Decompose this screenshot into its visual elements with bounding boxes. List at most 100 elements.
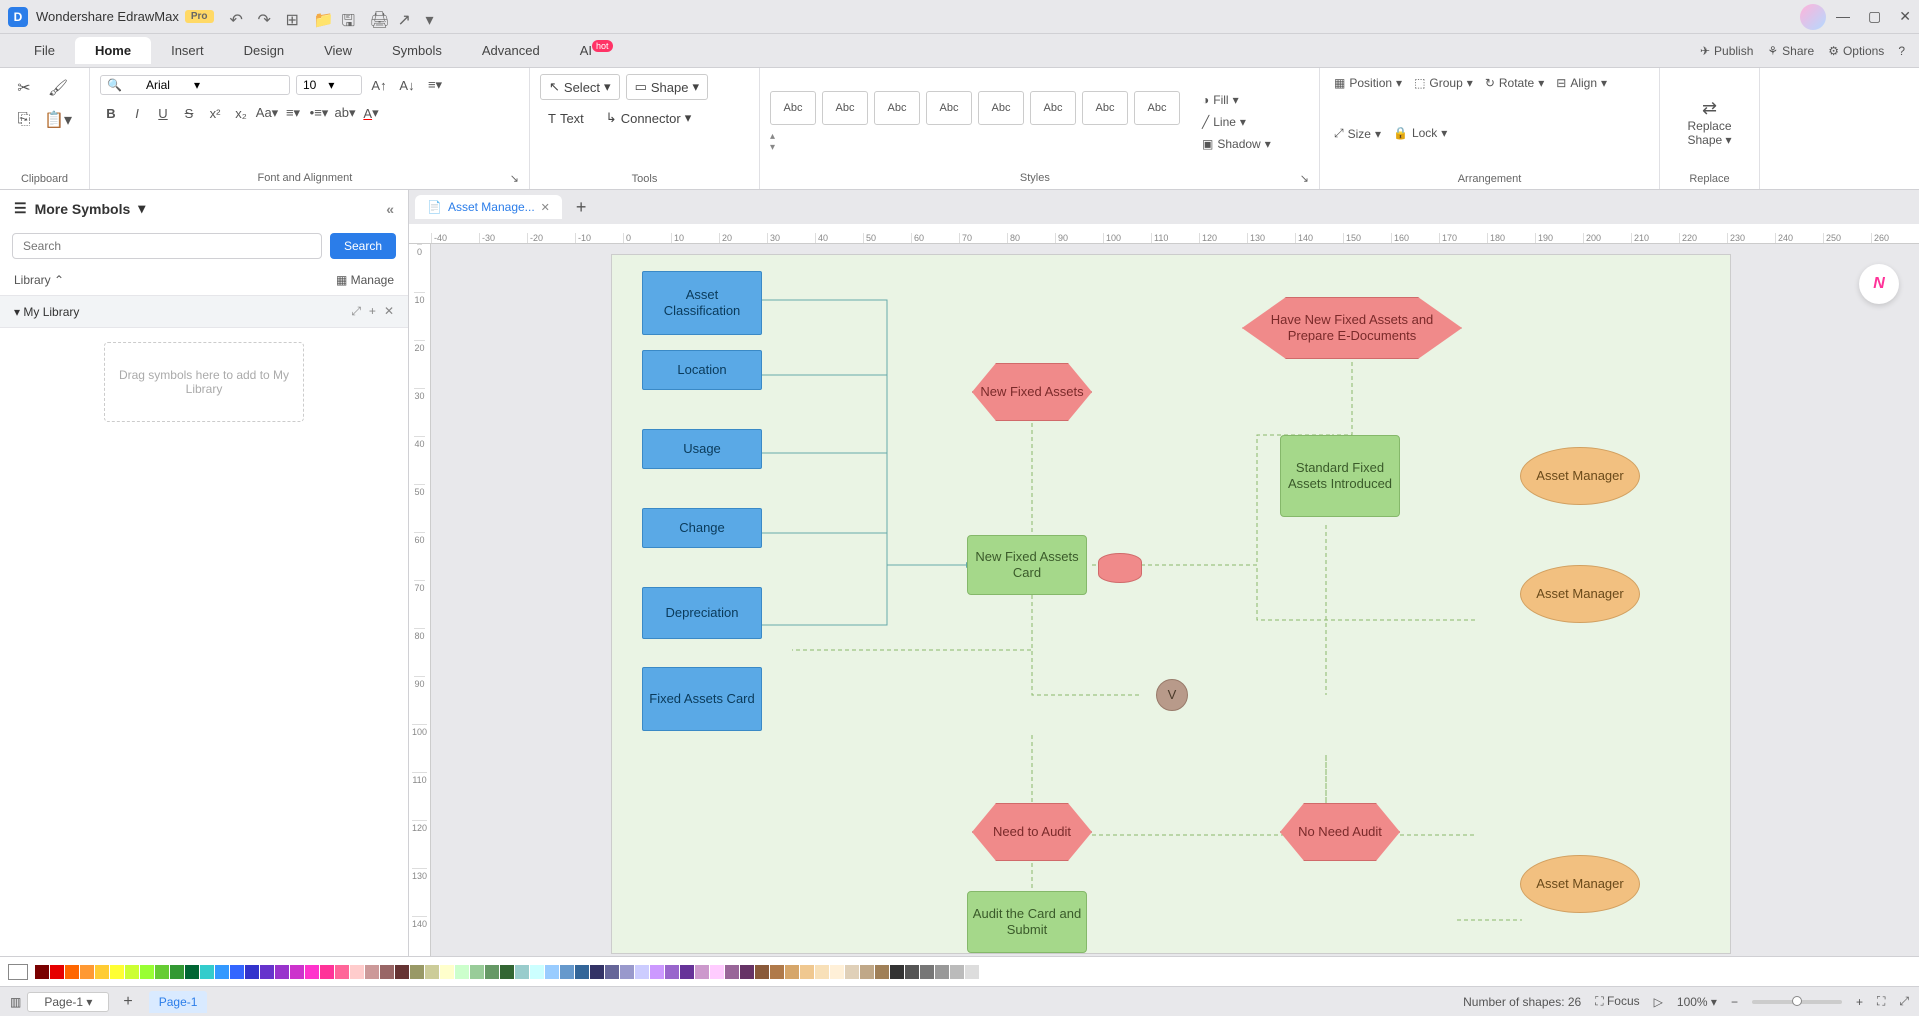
- menu-insert[interactable]: Insert: [151, 37, 224, 64]
- fullscreen-icon[interactable]: ⤢: [1899, 994, 1909, 1009]
- italic-icon[interactable]: I: [126, 102, 148, 124]
- superscript-icon[interactable]: x²: [204, 102, 226, 124]
- color-swatch[interactable]: [650, 965, 664, 979]
- shape-database-icon[interactable]: [1098, 553, 1142, 583]
- collapse-panel-icon[interactable]: «: [386, 201, 394, 217]
- color-swatch[interactable]: [140, 965, 154, 979]
- size-button[interactable]: ⤢Size▾: [1330, 124, 1385, 143]
- color-swatch[interactable]: [365, 965, 379, 979]
- color-swatch[interactable]: [200, 965, 214, 979]
- color-swatch[interactable]: [230, 965, 244, 979]
- shape-asset-classification[interactable]: Asset Classification: [642, 271, 762, 335]
- color-swatch[interactable]: [395, 965, 409, 979]
- color-swatch[interactable]: [710, 965, 724, 979]
- case-icon[interactable]: Aa▾: [256, 102, 278, 124]
- add-icon[interactable]: +: [369, 304, 376, 319]
- add-tab-button[interactable]: +: [568, 197, 595, 218]
- color-swatch[interactable]: [755, 965, 769, 979]
- color-swatch[interactable]: [590, 965, 604, 979]
- style-preset[interactable]: Abc: [874, 91, 920, 125]
- color-swatch[interactable]: [170, 965, 184, 979]
- style-preset[interactable]: Abc: [770, 91, 816, 125]
- font-color-icon[interactable]: A▾: [360, 102, 382, 124]
- replace-shape-button[interactable]: ⇄ Replace Shape ▾: [1670, 98, 1749, 147]
- shape-fixed-assets-card[interactable]: Fixed Assets Card: [642, 667, 762, 731]
- color-swatch[interactable]: [695, 965, 709, 979]
- menu-advanced[interactable]: Advanced: [462, 37, 560, 64]
- user-avatar[interactable]: [1800, 4, 1826, 30]
- zoom-in-icon[interactable]: +: [1856, 995, 1863, 1009]
- publish-button[interactable]: ✈Publish: [1700, 44, 1753, 58]
- bold-icon[interactable]: B: [100, 102, 122, 124]
- strike-icon[interactable]: S: [178, 102, 200, 124]
- shape-asset-manager-3[interactable]: Asset Manager: [1520, 855, 1640, 913]
- color-swatch[interactable]: [830, 965, 844, 979]
- style-preset[interactable]: Abc: [822, 91, 868, 125]
- style-preset[interactable]: Abc: [978, 91, 1024, 125]
- symbol-search-input[interactable]: [12, 233, 322, 259]
- float-logo-icon[interactable]: N: [1859, 264, 1899, 304]
- play-icon[interactable]: ▷: [1654, 995, 1663, 1009]
- grow-font-icon[interactable]: A↑: [368, 74, 390, 96]
- color-swatch[interactable]: [875, 965, 889, 979]
- zoom-out-icon[interactable]: −: [1731, 995, 1738, 1009]
- select-tool[interactable]: ↖Select▾: [540, 74, 620, 100]
- manage-button[interactable]: ▦ Manage: [336, 273, 394, 287]
- color-swatch[interactable]: [320, 965, 334, 979]
- color-swatch[interactable]: [425, 965, 439, 979]
- print-icon[interactable]: 🖨: [370, 10, 384, 24]
- more-icon[interactable]: ▾: [426, 10, 440, 24]
- my-library-section[interactable]: ▾ My Library ⤢ + ✕: [0, 295, 408, 328]
- format-painter-icon[interactable]: 🖌: [44, 74, 72, 102]
- color-swatch[interactable]: [680, 965, 694, 979]
- minimize-icon[interactable]: —: [1836, 8, 1850, 25]
- save-icon[interactable]: 🖫: [342, 10, 356, 24]
- color-swatch[interactable]: [530, 965, 544, 979]
- fill-button[interactable]: ◑Fill▾: [1198, 91, 1275, 109]
- connector-tool[interactable]: ↳Connector▾: [598, 106, 699, 130]
- font-name-select[interactable]: 🔍Arial▾: [100, 75, 290, 95]
- color-swatch[interactable]: [500, 965, 514, 979]
- menu-design[interactable]: Design: [224, 37, 304, 64]
- cut-icon[interactable]: ✂: [10, 74, 38, 102]
- page-select[interactable]: Page-1 ▾: [27, 992, 109, 1012]
- library-drop-zone[interactable]: Drag symbols here to add to My Library: [104, 342, 304, 422]
- redo-icon[interactable]: ↷: [258, 10, 272, 24]
- color-swatch[interactable]: [275, 965, 289, 979]
- color-swatch[interactable]: [515, 965, 529, 979]
- export-icon[interactable]: ↗: [398, 10, 412, 24]
- color-swatch[interactable]: [440, 965, 454, 979]
- color-swatch[interactable]: [635, 965, 649, 979]
- color-swatch[interactable]: [380, 965, 394, 979]
- align-icon[interactable]: ≡▾: [424, 74, 446, 96]
- color-swatch[interactable]: [665, 965, 679, 979]
- color-swatch[interactable]: [80, 965, 94, 979]
- symbol-search-button[interactable]: Search: [330, 233, 396, 259]
- menu-symbols[interactable]: Symbols: [372, 37, 462, 64]
- color-swatch[interactable]: [410, 965, 424, 979]
- shape-asset-manager-2[interactable]: Asset Manager: [1520, 565, 1640, 623]
- underline-icon[interactable]: U: [152, 102, 174, 124]
- open-icon[interactable]: 📁: [314, 10, 328, 24]
- expand-icon[interactable]: ⤢: [351, 304, 361, 319]
- color-swatch[interactable]: [905, 965, 919, 979]
- color-swatch[interactable]: [935, 965, 949, 979]
- shape-need-audit[interactable]: Need to Audit: [972, 803, 1092, 861]
- menu-ai[interactable]: AIhot: [560, 37, 633, 64]
- color-swatch[interactable]: [350, 965, 364, 979]
- line-spacing-icon[interactable]: ≡▾: [282, 102, 304, 124]
- paste-icon[interactable]: 📋▾: [44, 106, 72, 134]
- color-swatch[interactable]: [125, 965, 139, 979]
- add-page-button[interactable]: +: [115, 993, 140, 1011]
- more-symbols-title[interactable]: More Symbols: [35, 201, 131, 217]
- color-swatch[interactable]: [770, 965, 784, 979]
- color-swatch[interactable]: [800, 965, 814, 979]
- gallery-scroll-icon[interactable]: ▴▾: [770, 131, 775, 153]
- color-swatch[interactable]: [455, 965, 469, 979]
- style-preset[interactable]: Abc: [926, 91, 972, 125]
- new-icon[interactable]: ⊞: [286, 10, 300, 24]
- color-swatch[interactable]: [860, 965, 874, 979]
- menu-view[interactable]: View: [304, 37, 372, 64]
- focus-button[interactable]: ⛶ Focus: [1595, 994, 1639, 1009]
- line-button[interactable]: ╱Line▾: [1198, 113, 1275, 131]
